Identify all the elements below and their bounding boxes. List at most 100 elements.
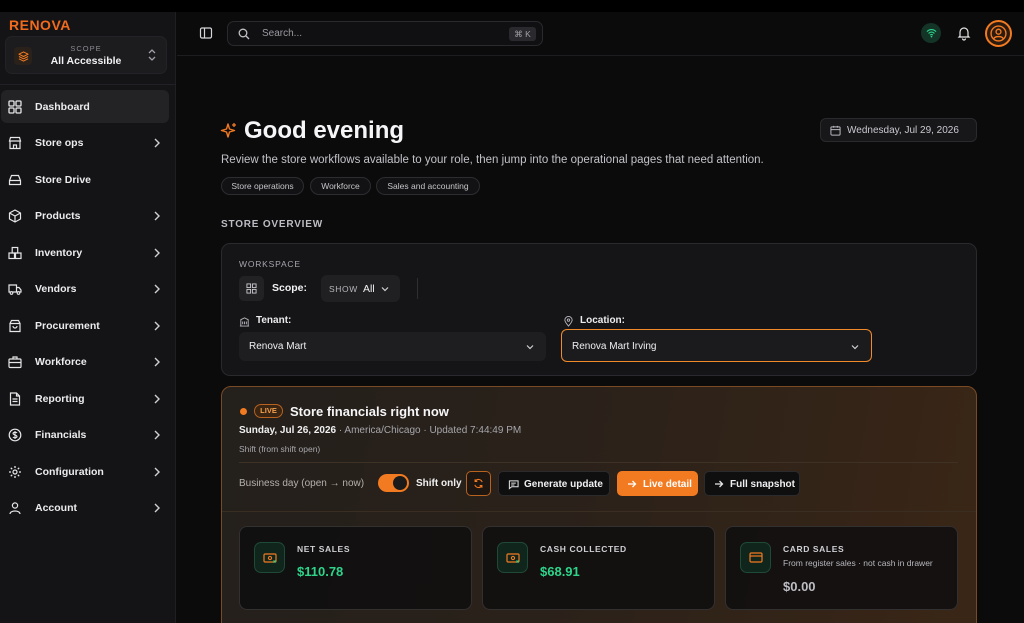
chevron-right-icon	[154, 357, 160, 367]
sidebar-item-products[interactable]: Products	[1, 199, 169, 232]
sidebar-item-label: Workforce	[35, 356, 87, 368]
metric-card-card-sales[interactable]: CARD SALES From register sales · not cas…	[725, 526, 958, 610]
chip-sales-accounting[interactable]: Sales and accounting	[376, 177, 480, 195]
current-date: Wednesday, Jul 29, 2026	[847, 125, 959, 136]
chevron-right-icon	[154, 321, 160, 331]
map-pin-icon	[564, 316, 573, 327]
chevron-right-icon	[154, 284, 160, 294]
sidebar-item-configuration[interactable]: Configuration	[1, 455, 169, 488]
sidebar-item-workforce[interactable]: Workforce	[1, 345, 169, 378]
scope-label: Scope:	[272, 282, 308, 294]
live-detail-button[interactable]: Live detail	[617, 471, 698, 496]
sidebar-item-label: Dashboard	[35, 101, 90, 113]
chip-store-operations[interactable]: Store operations	[221, 177, 304, 195]
section-title-store-overview: STORE OVERVIEW	[221, 219, 323, 230]
date-badge: Wednesday, Jul 29, 2026	[820, 118, 977, 142]
page-title: Good evening	[244, 117, 405, 144]
metric-label: CARD SALES	[783, 544, 845, 554]
sidebar-item-label: Procurement	[35, 320, 100, 332]
shopping-bag-icon	[9, 319, 21, 333]
generate-update-button[interactable]: Generate update	[498, 471, 610, 496]
metric-value: $110.78	[297, 564, 344, 579]
search-bar[interactable]: Search... ⌘ K	[227, 21, 543, 46]
shift-only-label: Shift only	[416, 478, 462, 489]
briefcase-icon	[8, 356, 22, 369]
timezone-updated: · America/Chicago · Updated 7:44:49 PM	[338, 425, 522, 436]
sidebar-item-reporting[interactable]: Reporting	[1, 382, 169, 415]
sidebar-item-dashboard[interactable]: Dashboard	[1, 90, 169, 123]
brand-logo[interactable]: RENOVA	[9, 17, 71, 33]
refresh-icon	[474, 478, 483, 489]
show-label: SHOW	[329, 284, 358, 294]
search-input[interactable]: Search...	[262, 28, 302, 39]
refresh-button[interactable]	[466, 471, 491, 496]
metric-label: CASH COLLECTED	[540, 544, 627, 554]
sidebar-item-label: Reporting	[35, 393, 85, 405]
scope-label: SCOPE	[70, 44, 102, 53]
wifi-icon	[926, 29, 936, 38]
metric-card-cash-collected[interactable]: CASH COLLECTED $68.91	[482, 526, 715, 610]
sidebar-item-financials[interactable]: Financials	[1, 418, 169, 451]
sidebar-item-vendors[interactable]: Vendors	[1, 272, 169, 305]
credit-card-icon	[740, 542, 771, 573]
divider	[239, 462, 958, 463]
user-circle-icon	[990, 25, 1007, 42]
sidebar-divider	[0, 84, 176, 85]
chevron-right-icon	[154, 394, 160, 404]
location-value: Renova Mart Irving	[572, 341, 657, 352]
sidebar: RENOVA SCOPE All Accessible Dashboard St…	[0, 12, 176, 623]
building-icon	[239, 317, 250, 327]
chevron-right-icon	[154, 503, 160, 513]
sidebar-item-label: Store Drive	[35, 174, 92, 186]
chip-workforce[interactable]: Workforce	[310, 177, 371, 195]
sidebar-item-label: Inventory	[35, 247, 83, 259]
arrow-right-icon	[628, 480, 637, 488]
sidebar-item-store-drive[interactable]: Store Drive	[1, 163, 169, 196]
cash-icon	[497, 542, 528, 573]
connection-status-button[interactable]	[921, 23, 941, 43]
chevron-right-icon	[154, 248, 160, 258]
sidebar-item-account[interactable]: Account	[1, 491, 169, 524]
financials-title: Store financials right now	[290, 404, 449, 419]
scope-value: All Accessible	[50, 55, 122, 67]
shift-only-toggle[interactable]	[378, 474, 409, 492]
sidebar-item-procurement[interactable]: Procurement	[1, 309, 169, 342]
sidebar-item-label: Vendors	[35, 283, 77, 295]
metric-label: NET SALES	[297, 544, 351, 554]
store-financials-card: LIVE Store financials right now Sunday, …	[221, 386, 977, 623]
business-date: Sunday, Jul 26, 2026	[239, 425, 337, 436]
chevron-down-icon	[381, 287, 389, 292]
report-document-icon	[9, 392, 21, 406]
full-snapshot-button[interactable]: Full snapshot	[704, 471, 800, 496]
chevrons-up-down-icon	[148, 49, 156, 61]
business-day-label: Business day (open → now)	[239, 478, 365, 489]
scope-selector[interactable]: SCOPE All Accessible	[5, 36, 167, 74]
metric-card-net-sales[interactable]: NET SALES $110.78	[239, 526, 472, 610]
show-value: All	[363, 283, 375, 295]
live-badge: LIVE	[254, 404, 283, 418]
sidebar-item-store-ops[interactable]: Store ops	[1, 126, 169, 159]
sidebar-toggle-icon[interactable]	[199, 26, 213, 40]
sidebar-item-label: Financials	[35, 429, 87, 441]
window-top-strip	[0, 0, 1024, 12]
boxes-icon	[8, 246, 22, 260]
divider	[417, 278, 418, 299]
dashboard-grid-icon	[8, 100, 22, 114]
gear-icon	[9, 466, 21, 478]
user-avatar[interactable]	[985, 20, 1012, 47]
dollar-circle-icon	[8, 428, 22, 442]
sidebar-item-inventory[interactable]: Inventory	[1, 236, 169, 269]
metric-value: $0.00	[783, 579, 816, 594]
sidebar-item-label: Configuration	[35, 466, 104, 478]
calendar-icon	[830, 125, 841, 136]
chevron-right-icon	[154, 211, 160, 221]
show-filter-dropdown[interactable]: SHOW All	[321, 275, 400, 302]
chevron-down-icon	[851, 345, 859, 350]
divider	[222, 511, 976, 512]
location-select[interactable]: Renova Mart Irving	[561, 329, 872, 362]
store-icon	[8, 136, 22, 150]
keyboard-shortcut-hint: ⌘ K	[509, 27, 536, 41]
tenant-select[interactable]: Renova Mart	[239, 332, 546, 361]
tenant-value: Renova Mart	[249, 341, 307, 352]
bell-icon[interactable]	[956, 25, 972, 41]
